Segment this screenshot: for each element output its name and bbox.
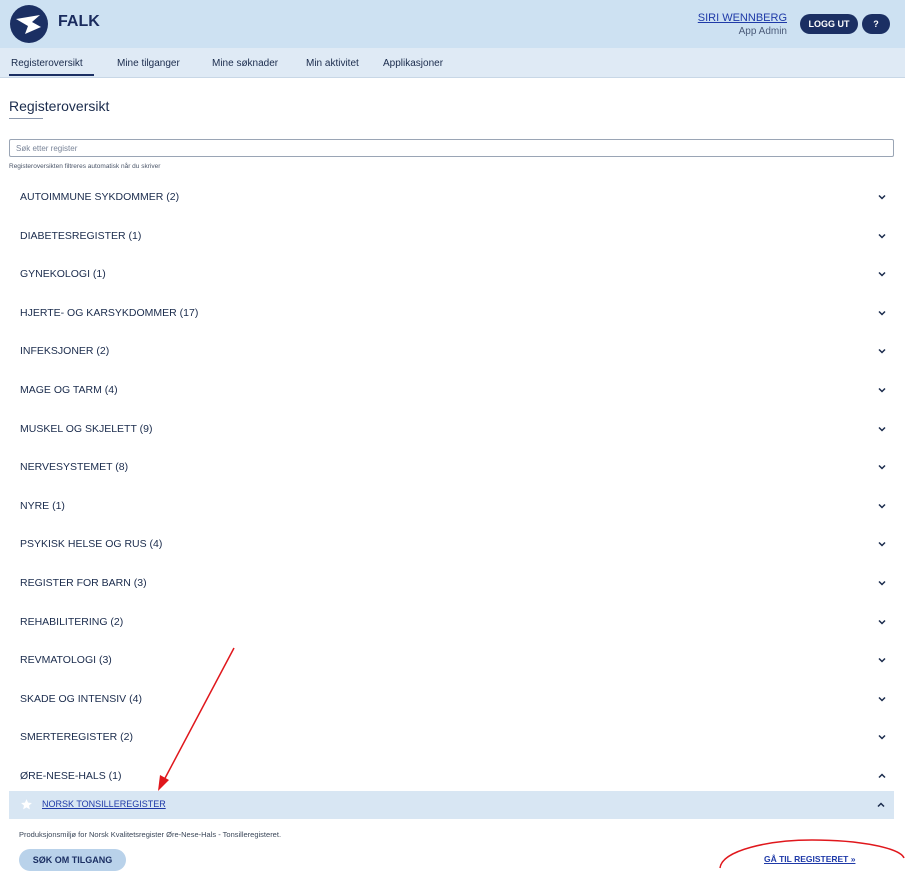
register-name-link[interactable]: NORSK TONSILLEREGISTER [42, 799, 166, 809]
category-label: NERVESYSTEMET (8) [20, 461, 129, 474]
chevron-down-icon[interactable] [877, 346, 887, 356]
help-button[interactable]: ? [862, 14, 890, 34]
category-label: NYRE (1) [20, 499, 65, 512]
title-divider [9, 118, 43, 119]
tab-registeroversikt[interactable]: Registeroversikt [11, 58, 83, 69]
chevron-down-icon[interactable] [877, 385, 887, 395]
chevron-up-icon[interactable] [877, 771, 887, 781]
top-header: FALK SIRI WENNBERG App Admin LOGG UT ? [0, 0, 905, 48]
chevron-down-icon[interactable] [877, 578, 887, 588]
category-row[interactable]: DIABETESREGISTER (1) [0, 216, 905, 254]
category-row[interactable]: ØRE-NESE-HALS (1) [0, 756, 905, 794]
category-label: REVMATOLOGI (3) [20, 654, 112, 667]
category-label: SMERTEREGISTER (2) [20, 731, 133, 744]
category-label: HJERTE- OG KARSYKDOMMER (17) [20, 306, 199, 319]
category-label: GYNEKOLOGI (1) [20, 268, 106, 281]
chevron-down-icon[interactable] [877, 424, 887, 434]
active-tab-indicator [9, 74, 94, 76]
chevron-down-icon[interactable] [877, 462, 887, 472]
favorite-star-icon[interactable] [20, 798, 33, 811]
chevron-down-icon[interactable] [877, 732, 887, 742]
chevron-down-icon[interactable] [877, 269, 887, 279]
category-row[interactable]: MUSKEL OG SKJELETT (9) [0, 409, 905, 447]
category-label: MUSKEL OG SKJELETT (9) [20, 422, 153, 435]
tab-min-aktivitet[interactable]: Min aktivitet [306, 58, 359, 69]
category-row[interactable]: GYNEKOLOGI (1) [0, 254, 905, 292]
register-row[interactable]: NORSK TONSILLEREGISTER [9, 791, 894, 819]
app-name: FALK [58, 13, 100, 30]
category-row[interactable]: INFEKSJONER (2) [0, 331, 905, 369]
register-search-input[interactable] [9, 139, 894, 157]
register-description: Produksjonsmiljø for Norsk Kvalitetsregi… [19, 830, 282, 839]
request-access-button[interactable]: SØK OM TILGANG [19, 849, 126, 871]
category-label: PSYKISK HELSE OG RUS (4) [20, 538, 163, 551]
go-to-register-link[interactable]: GÅ TIL REGISTERET » [764, 854, 855, 864]
category-label: SKADE OG INTENSIV (4) [20, 692, 142, 705]
category-row[interactable]: REGISTER FOR BARN (3) [0, 563, 905, 601]
category-row[interactable]: HJERTE- OG KARSYKDOMMER (17) [0, 293, 905, 331]
chevron-down-icon[interactable] [877, 655, 887, 665]
logout-button[interactable]: LOGG UT [800, 14, 858, 34]
search-hint: Registeroversikten filtreres automatisk … [9, 163, 161, 170]
category-row[interactable]: AUTOIMMUNE SYKDOMMER (2) [0, 177, 905, 215]
chevron-down-icon[interactable] [877, 231, 887, 241]
user-name-link[interactable]: SIRI WENNBERG [698, 12, 787, 24]
category-label: REGISTER FOR BARN (3) [20, 577, 147, 589]
user-role: App Admin [738, 26, 787, 37]
category-row[interactable]: NYRE (1) [0, 486, 905, 524]
category-row[interactable]: PSYKISK HELSE OG RUS (4) [0, 524, 905, 562]
category-row[interactable]: MAGE OG TARM (4) [0, 370, 905, 408]
chevron-down-icon[interactable] [877, 539, 887, 549]
chevron-down-icon[interactable] [877, 308, 887, 318]
tab-mine-soknader[interactable]: Mine søknader [212, 58, 278, 69]
chevron-down-icon[interactable] [877, 617, 887, 627]
chevron-down-icon[interactable] [877, 694, 887, 704]
category-label: DIABETESREGISTER (1) [20, 229, 142, 242]
tab-mine-tilganger[interactable]: Mine tilganger [117, 58, 180, 69]
category-row[interactable]: REHABILITERING (2) [0, 602, 905, 640]
chevron-up-icon[interactable] [876, 800, 886, 810]
chevron-down-icon[interactable] [877, 192, 887, 202]
category-row[interactable]: SMERTEREGISTER (2) [0, 717, 905, 755]
category-row[interactable]: SKADE OG INTENSIV (4) [0, 679, 905, 717]
page-title: Registeroversikt [9, 98, 110, 114]
category-label: AUTOIMMUNE SYKDOMMER (2) [20, 191, 180, 203]
category-label: INFEKSJONER (2) [20, 345, 110, 358]
chevron-down-icon[interactable] [877, 501, 887, 511]
main-nav: Registeroversikt Mine tilganger Mine søk… [0, 48, 905, 78]
category-row[interactable]: REVMATOLOGI (3) [0, 640, 905, 678]
category-label: REHABILITERING (2) [20, 615, 124, 628]
category-label: MAGE OG TARM (4) [20, 384, 118, 396]
tab-applikasjoner[interactable]: Applikasjoner [383, 58, 443, 69]
category-row[interactable]: NERVESYSTEMET (8) [0, 447, 905, 485]
falk-logo-icon[interactable] [10, 5, 48, 43]
category-label: ØRE-NESE-HALS (1) [20, 770, 122, 782]
